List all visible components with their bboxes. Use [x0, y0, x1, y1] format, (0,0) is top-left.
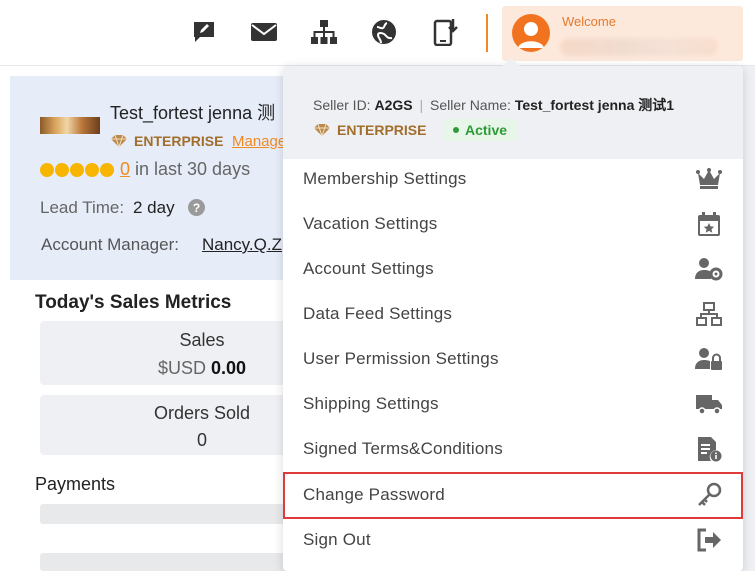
avatar: [512, 14, 550, 52]
star-icon: [85, 163, 99, 177]
rating-count-link[interactable]: 0: [120, 159, 130, 180]
menu-item-membership-settings[interactable]: Membership Settings: [283, 157, 743, 202]
menu-item-label: Account Settings: [303, 259, 434, 278]
sales-metric-card: Sales $USD 0.00: [40, 321, 296, 385]
menu-item-signed-terms[interactable]: Signed Terms&Conditions: [283, 427, 743, 472]
menu-item-data-feed-settings[interactable]: Data Feed Settings: [283, 292, 743, 337]
menu-item-label: Change Password: [303, 485, 445, 504]
loading-placeholder: [40, 553, 296, 571]
lead-time-value: 2 day: [133, 198, 175, 217]
seller-tier-badge: ENTERPRISE: [313, 122, 426, 138]
rating-period: in last 30 days: [135, 159, 251, 179]
seller-id-label: Seller ID:: [313, 97, 371, 113]
status-dot: [453, 127, 459, 133]
star-icon: [100, 163, 114, 177]
menu-item-vacation-settings[interactable]: Vacation Settings: [283, 202, 743, 247]
shop-thumbnail: [40, 117, 100, 134]
shop-name: Test_fortest jenna 测: [110, 103, 276, 123]
star-icon: [55, 163, 69, 177]
seller-id-value: A2GS: [374, 97, 413, 113]
user-name-redacted: [560, 38, 718, 56]
menu-item-shipping-settings[interactable]: Shipping Settings: [283, 382, 743, 427]
calendar-star-icon: [695, 210, 723, 238]
rating-stars: [40, 163, 114, 177]
menu-item-label: User Permission Settings: [303, 349, 499, 368]
status-label: Active: [465, 122, 508, 138]
seller-tier-label: ENTERPRISE: [337, 122, 427, 138]
user-lock-icon: [695, 345, 723, 373]
tier-label: ENTERPRISE: [134, 133, 224, 149]
mail-icon[interactable]: [248, 16, 280, 48]
separator: |: [419, 97, 424, 113]
menu-item-account-settings[interactable]: Account Settings: [283, 247, 743, 292]
sign-out-icon: [695, 526, 723, 554]
account-manager-label: Account Manager:: [41, 235, 179, 254]
mobile-download-icon[interactable]: [430, 16, 462, 48]
diamond-icon: [111, 134, 127, 148]
seller-name-label: Seller Name:: [430, 97, 511, 113]
user-gear-icon: [695, 255, 723, 283]
seller-info-header: Seller ID: A2GS | Seller Name: Test_fort…: [283, 66, 743, 159]
messages-edit-icon[interactable]: [188, 16, 220, 48]
sitemap-icon[interactable]: [308, 16, 340, 48]
key-icon: [695, 481, 723, 509]
star-icon: [70, 163, 84, 177]
menu-item-user-permission-settings[interactable]: User Permission Settings: [283, 337, 743, 382]
payments-title: Payments: [35, 474, 116, 494]
user-menu-toggle[interactable]: Welcome: [502, 6, 743, 61]
topbar-divider: [486, 14, 488, 52]
diamond-icon: [314, 123, 330, 137]
welcome-label: Welcome: [562, 14, 616, 29]
truck-icon: [695, 390, 723, 418]
globe-icon[interactable]: [368, 16, 400, 48]
manage-link[interactable]: Manage: [232, 133, 286, 150]
seller-info: Seller ID: A2GS | Seller Name: Test_fort…: [313, 95, 674, 115]
menu-item-label: Signed Terms&Conditions: [303, 439, 503, 458]
top-bar: Welcome: [0, 0, 755, 66]
menu-item-label: Vacation Settings: [303, 214, 438, 233]
menu-item-label: Sign Out: [303, 530, 371, 549]
status-badge: Active: [444, 119, 518, 141]
sales-metrics-title: Today's Sales Metrics: [35, 292, 232, 313]
menu-item-label: Membership Settings: [303, 169, 467, 188]
seller-name-value: Test_fortest jenna 测试1: [514, 97, 675, 113]
account-dropdown-menu: Seller ID: A2GS | Seller Name: Test_fort…: [283, 57, 743, 571]
loading-placeholder: [40, 504, 296, 524]
menu-item-label: Shipping Settings: [303, 394, 439, 413]
help-icon[interactable]: ?: [188, 199, 205, 216]
sales-currency: $USD: [157, 358, 206, 378]
menu-item-sign-out[interactable]: Sign Out: [283, 518, 743, 563]
orders-metric-card: Orders Sold 0: [40, 395, 296, 455]
sales-amount: 0.00: [210, 358, 247, 378]
star-icon: [40, 163, 54, 177]
menu-item-change-password[interactable]: Change Password: [283, 472, 743, 519]
sitemap-icon: [695, 300, 723, 328]
account-manager-link[interactable]: Nancy.Q.Z: [202, 235, 292, 255]
lead-time-label: Lead Time:: [40, 198, 125, 217]
crown-icon: [695, 165, 723, 193]
menu-item-label: Data Feed Settings: [303, 304, 453, 323]
document-info-icon: [695, 435, 723, 463]
tier-badge: ENTERPRISE: [110, 133, 223, 149]
